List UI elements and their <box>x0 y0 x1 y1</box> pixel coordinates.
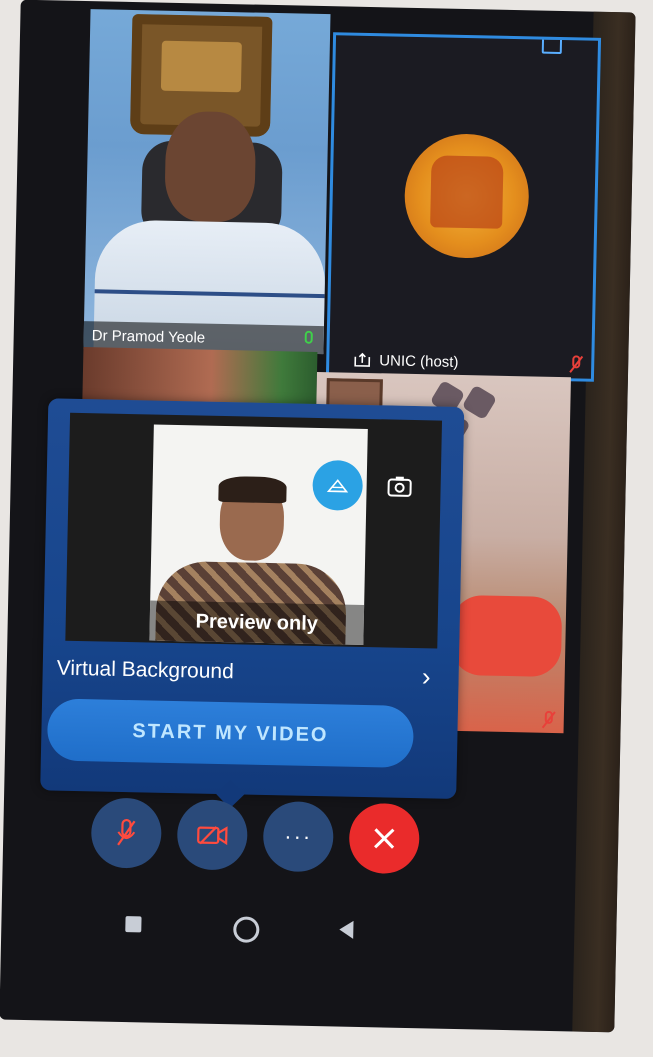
virtual-background-row[interactable]: Virtual Background › <box>56 649 437 697</box>
wall-decor <box>461 384 498 421</box>
preview-hair <box>218 475 287 504</box>
host-name: UNIC (host) <box>379 351 459 371</box>
recent-apps-icon[interactable] <box>125 916 142 933</box>
preview-image: Preview only <box>149 424 368 645</box>
mic-off-icon <box>117 818 136 846</box>
video-preview-popup: Preview only Virtual Background › START … <box>40 398 465 809</box>
close-icon <box>374 828 395 849</box>
participant-head <box>164 110 257 223</box>
share-screen-icon <box>354 352 371 367</box>
mic-off-icon <box>569 355 584 373</box>
back-icon[interactable] <box>339 920 354 939</box>
participant-name: Dr Pramod Yeole <box>91 326 206 347</box>
gallery-view-icon[interactable] <box>541 37 563 55</box>
filter-icon <box>326 479 349 493</box>
home-icon[interactable] <box>233 916 260 943</box>
red-cushion <box>450 594 563 678</box>
camera-preview: Preview only <box>65 412 443 649</box>
preview-caption: Preview only <box>149 600 365 645</box>
video-toggle-button[interactable] <box>176 799 249 871</box>
more-options-button[interactable]: ··· <box>262 800 335 873</box>
system-nav-bar <box>111 902 372 967</box>
video-tile-participant-1[interactable]: Dr Pramod Yeole <box>83 9 331 355</box>
mute-button[interactable] <box>90 797 163 869</box>
meeting-toolbar: ··· <box>90 797 422 894</box>
more-icon: ··· <box>284 823 313 849</box>
phone-screen: Dr Pramod Yeole UNIC (host) Preview only… <box>0 0 636 1033</box>
switch-camera-icon[interactable] <box>386 475 412 498</box>
video-tile-host[interactable]: UNIC (host) <box>325 32 602 382</box>
virtual-background-label: Virtual Background <box>56 656 235 684</box>
end-call-button[interactable] <box>348 802 420 875</box>
start-my-video-button[interactable]: START MY VIDEO <box>46 698 415 769</box>
chevron-right-icon: › <box>421 660 431 691</box>
mic-on-icon <box>304 330 313 344</box>
video-off-icon <box>197 826 228 846</box>
mic-off-icon <box>541 710 556 729</box>
host-logo <box>403 132 531 260</box>
